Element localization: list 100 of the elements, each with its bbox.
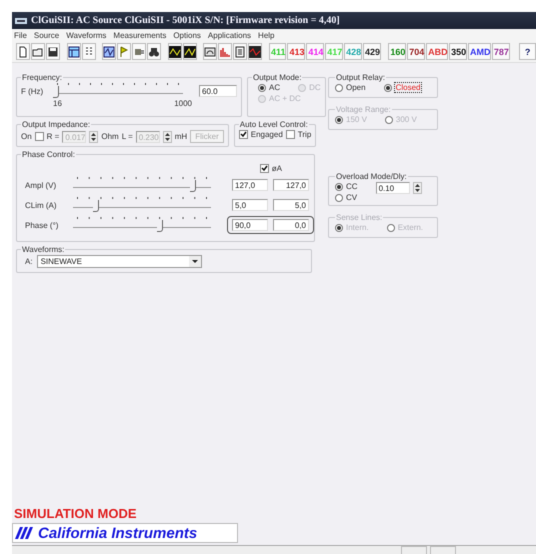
scale-label: 1000: [174, 99, 192, 108]
waveform-window-icon: [103, 46, 116, 58]
field-label: CLim (A): [24, 200, 58, 210]
radio-label: Closed: [394, 83, 422, 92]
readback-field[interactable]: 0,0: [273, 219, 309, 231]
meter-icon: [204, 46, 216, 58]
group-title: Sense Lines:: [335, 213, 384, 222]
radio-label: CV: [346, 193, 358, 202]
frequency-field[interactable]: 60.0: [199, 85, 237, 97]
field-label: On: [21, 132, 32, 141]
new-file-icon: [17, 46, 29, 58]
sine-wave-icon: [184, 46, 196, 58]
menu-item[interactable]: Source: [34, 30, 60, 40]
toolbar-button[interactable]: [147, 43, 162, 60]
field-label: L =: [122, 132, 133, 141]
checkbox[interactable]: [238, 130, 248, 139]
scope-icon: [249, 46, 262, 58]
toolbar-button[interactable]: [248, 43, 262, 60]
menu-item[interactable]: Waveforms: [66, 30, 106, 40]
radio-button[interactable]: [258, 84, 266, 92]
sine-wave-icon: [168, 46, 181, 58]
radio-label: Open: [346, 83, 366, 92]
radio-label: Extern.: [398, 223, 424, 232]
simulation-mode-label: SIMULATION MODE: [13, 506, 138, 521]
checkbox[interactable]: [286, 130, 295, 139]
group-title: Voltage Range:: [335, 105, 392, 114]
spin-buttons[interactable]: [412, 182, 422, 194]
group-title: Auto Level Control:: [238, 120, 309, 129]
radio-button[interactable]: [384, 84, 392, 92]
field-label: A:: [25, 257, 33, 266]
help-button[interactable]: ?: [519, 43, 536, 60]
group-title: Overload Mode/Dly:: [335, 172, 408, 181]
setpoint-field[interactable]: 127,0: [232, 179, 268, 191]
binoculars-icon: [148, 46, 160, 58]
spin-buttons[interactable]: [89, 130, 98, 142]
checkbox-label: Trip: [298, 130, 312, 139]
field-label: Ampl (V): [24, 180, 58, 190]
toolbar-button[interactable]: [31, 43, 45, 60]
toolbar-button[interactable]: 704: [407, 43, 426, 60]
field-label: F (Hz): [21, 86, 44, 96]
toolbar-button[interactable]: ABD: [426, 43, 448, 60]
field-label: R =: [46, 132, 60, 141]
setpoint-field[interactable]: 5,0: [232, 199, 268, 211]
delay-field[interactable]: 0.10: [376, 182, 410, 194]
toolbar-button[interactable]: 413: [287, 43, 306, 60]
menu-item[interactable]: Measurements: [113, 30, 166, 40]
window-icon: [68, 46, 80, 58]
toolbar-button[interactable]: [16, 43, 30, 60]
toolbar-button[interactable]: 429: [362, 43, 381, 60]
radio-label: CC: [346, 182, 358, 191]
toolbar-button[interactable]: [233, 43, 248, 60]
toolbar-button[interactable]: [46, 43, 60, 60]
toolbar-button[interactable]: 350: [449, 43, 467, 60]
group-title: Output Impedance:: [21, 120, 92, 129]
toolbar-button[interactable]: [203, 43, 218, 60]
spin-buttons[interactable]: [162, 130, 172, 142]
radio-label: 300 V: [396, 115, 417, 124]
radio-label: 150 V: [346, 115, 367, 124]
toolbar-button[interactable]: 160: [388, 43, 406, 60]
scale-label: 16: [53, 99, 62, 108]
toolbar-button[interactable]: [132, 43, 146, 60]
radio-label: DC: [309, 83, 321, 92]
app-icon: [15, 18, 27, 24]
group-title: Output Mode:: [252, 73, 302, 82]
toolbar-button[interactable]: AMD: [468, 43, 491, 60]
unit-label: mH: [174, 132, 188, 141]
save-icon: [47, 46, 59, 58]
readback-field[interactable]: 127,0: [273, 179, 309, 191]
toolbar-button[interactable]: [66, 43, 81, 60]
toolbar-button[interactable]: [82, 43, 96, 60]
field-label: Phase (°): [24, 220, 60, 230]
group-title: Phase Control:: [21, 150, 76, 159]
setpoint-field[interactable]: 90,0: [232, 219, 268, 231]
toolbar-button[interactable]: [168, 43, 182, 60]
toolbar-button[interactable]: [182, 43, 197, 60]
bar-chart-icon: [219, 46, 232, 58]
checkbox-label: øA: [272, 164, 282, 173]
group-title: Waveforms:: [21, 245, 66, 254]
menu-item[interactable]: Applications: [208, 30, 252, 40]
checkbox[interactable]: [260, 164, 269, 173]
menu-item[interactable]: Options: [173, 30, 201, 40]
radio-label: AC + DC: [269, 94, 301, 103]
radio-button[interactable]: [335, 182, 343, 190]
checkbox-label: Engaged: [250, 130, 283, 139]
logo: California Instruments: [12, 523, 238, 543]
menu-item[interactable]: File: [14, 30, 27, 40]
toolbar-button[interactable]: 787: [492, 43, 510, 60]
toolbar-button[interactable]: [102, 43, 116, 60]
group-title: Frequency:: [21, 73, 64, 82]
radio-label: AC: [269, 83, 280, 92]
waveform-dropdown[interactable]: SINEWAVE: [36, 255, 202, 268]
radio-button[interactable]: [335, 194, 343, 202]
radio-label: Intern.: [346, 223, 369, 232]
checkbox[interactable]: [34, 132, 44, 141]
menu-item[interactable]: Help: [258, 30, 274, 40]
readback-field[interactable]: 5,0: [273, 199, 309, 211]
radio-button[interactable]: [335, 84, 343, 92]
group-title: Output Relay:: [335, 73, 386, 82]
window-title: ClGuiSII: AC Source ClGuiSII - 5001iX S/N: [Firmware revision = 4,40]: [31, 15, 340, 26]
flag-icon: [118, 46, 130, 58]
